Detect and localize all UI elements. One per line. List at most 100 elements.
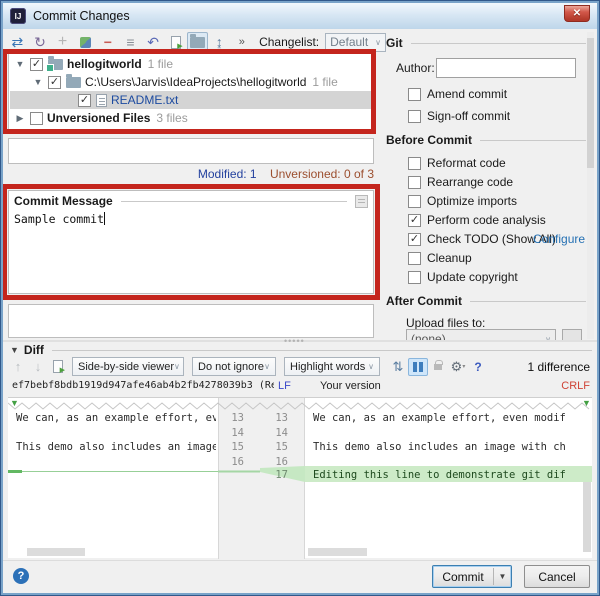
- changelist-label: Changelist:: [259, 35, 319, 49]
- perform-code-analysis-option[interactable]: ✓ Perform code analysis: [408, 212, 546, 228]
- reformat-code-option[interactable]: Reformat code: [408, 155, 506, 171]
- tree-row-unversioned[interactable]: ▶ Unversioned Files 3 files: [10, 109, 188, 127]
- help-button[interactable]: ?: [13, 568, 29, 584]
- title-bar[interactable]: IJ Commit Changes ✕: [3, 3, 597, 29]
- collapse-unchanged-icon[interactable]: ⇅: [388, 358, 408, 376]
- fold-marker-icon[interactable]: ▼: [10, 398, 19, 408]
- ignore-policy-dropdown[interactable]: Do not ignore ∨: [192, 357, 276, 376]
- chevron-right-icon[interactable]: ▶: [14, 113, 26, 124]
- option-label: Optimize imports: [427, 194, 517, 208]
- refresh-icon[interactable]: ↻: [29, 32, 52, 52]
- checkbox[interactable]: ✓: [408, 233, 421, 246]
- highlight-policy-dropdown[interactable]: Highlight words ∨: [284, 357, 380, 376]
- message-history-icon[interactable]: [355, 195, 368, 208]
- show-diff-icon[interactable]: ⇄: [6, 32, 29, 52]
- checkbox[interactable]: [408, 176, 421, 189]
- cancel-button-label: Cancel: [538, 570, 575, 584]
- changelist-legend-icon[interactable]: ≡: [119, 32, 142, 52]
- optimize-imports-option[interactable]: Optimize imports: [408, 193, 517, 209]
- viewer-mode-dropdown[interactable]: Side-by-side viewer ∨: [72, 357, 184, 376]
- tree-row-readme[interactable]: ✓ README.txt: [10, 91, 372, 109]
- checkbox[interactable]: ✓: [78, 94, 91, 107]
- chevron-down-icon[interactable]: ▼: [14, 59, 26, 69]
- author-input[interactable]: [436, 58, 576, 78]
- lock-scroll-icon[interactable]: [428, 358, 448, 376]
- checkbox[interactable]: [408, 110, 421, 123]
- group-by-directory-icon[interactable]: [187, 32, 208, 52]
- commit-message-input[interactable]: Sample commit: [14, 212, 105, 226]
- diff-left-line: We can, as an example effort, even mod: [16, 412, 216, 424]
- window-title: Commit Changes: [33, 9, 130, 23]
- checkbox[interactable]: [408, 252, 421, 265]
- next-difference-icon[interactable]: ↓: [28, 358, 48, 376]
- chevron-down-icon: ∨: [174, 362, 180, 371]
- rollback-icon[interactable]: ↶: [142, 32, 165, 52]
- update-copyright-option[interactable]: Update copyright: [408, 269, 518, 285]
- diff-pane-titles: ef7bebf8bdb1919d947afe46ab4b2fb4278039b3…: [12, 380, 592, 395]
- checkbox[interactable]: ✓: [408, 214, 421, 227]
- insertion-marker-dash: [8, 470, 22, 473]
- fold-marker-icon[interactable]: ▼: [582, 398, 591, 408]
- add-icon[interactable]: +: [51, 32, 74, 52]
- edit-source-icon[interactable]: ▶: [48, 358, 68, 376]
- empty-list-area: [8, 138, 374, 164]
- checkbox[interactable]: [408, 88, 421, 101]
- checkbox[interactable]: [30, 112, 43, 125]
- options-scrollbar[interactable]: [587, 32, 594, 339]
- sign-off-commit-option[interactable]: Sign-off commit: [408, 108, 510, 124]
- diff-left-line: This demo also includes an image with: [16, 441, 216, 453]
- git-section-header: Git: [386, 36, 403, 50]
- changelist-dropdown[interactable]: Default ∨: [325, 33, 386, 52]
- checkbox[interactable]: [408, 271, 421, 284]
- highlight-policy-value: Highlight words: [290, 361, 365, 373]
- checkbox[interactable]: [408, 157, 421, 170]
- checkbox[interactable]: ✓: [30, 58, 43, 71]
- before-commit-section-header: Before Commit: [386, 133, 472, 147]
- author-label: Author:: [396, 61, 435, 75]
- collapse-triangle-icon[interactable]: ▼: [10, 345, 19, 355]
- scrollbar-thumb[interactable]: [587, 38, 594, 168]
- left-pane-hscrollbar[interactable]: [27, 548, 85, 556]
- chevron-down-icon: ∨: [375, 38, 381, 47]
- commit-button-label: Commit: [433, 570, 493, 584]
- checkbox[interactable]: [408, 195, 421, 208]
- ignore-policy-value: Do not ignore: [198, 361, 264, 373]
- changed-files-tree[interactable]: ▼ ✓ hellogitworld 1 file ▼ ✓ C:\Users\Ja…: [8, 52, 374, 132]
- tree-row-project[interactable]: ▼ ✓ hellogitworld 1 file: [10, 55, 173, 73]
- checkbox[interactable]: ✓: [48, 76, 61, 89]
- tree-row-count: 3 files: [156, 111, 187, 125]
- delete-icon[interactable]: −: [97, 32, 120, 52]
- cancel-button[interactable]: Cancel: [524, 565, 590, 588]
- jump-to-source-icon[interactable]: ▶: [164, 32, 187, 52]
- chevron-down-icon[interactable]: ▼: [494, 572, 511, 581]
- commit-button[interactable]: Commit ▼: [432, 565, 512, 588]
- right-pane-hscrollbar[interactable]: [308, 548, 367, 556]
- expand-all-icon[interactable]: ↨: [208, 32, 231, 52]
- commit-options-panel: Git Author: Amend commit Sign-off commit…: [382, 30, 596, 341]
- synchronize-panes-icon[interactable]: [408, 358, 428, 376]
- chevron-down-icon[interactable]: ▼: [32, 77, 44, 87]
- help-icon[interactable]: ?: [468, 358, 488, 376]
- line-number: 17: [262, 469, 296, 481]
- more-actions-icon[interactable]: »: [230, 32, 253, 52]
- line-number: 13: [218, 412, 252, 424]
- right-pane-vscrollbar[interactable]: [583, 482, 591, 552]
- previous-difference-icon[interactable]: ↑: [8, 358, 28, 376]
- close-button[interactable]: ✕: [564, 5, 590, 22]
- line-number: 15: [218, 441, 252, 453]
- rearrange-code-option[interactable]: Rearrange code: [408, 174, 513, 190]
- divider: [121, 201, 347, 202]
- insertion-marker-line: [8, 471, 218, 472]
- amend-commit-option[interactable]: Amend commit: [408, 86, 507, 102]
- move-to-changelist-icon[interactable]: [74, 32, 97, 52]
- configure-link[interactable]: Configure: [533, 232, 585, 246]
- diff-right-line: This demo also includes an image with ch: [313, 441, 591, 453]
- diff-editor[interactable]: ▼ ▼ We can, as an example effort, even m…: [8, 397, 592, 558]
- option-label: Rearrange code: [427, 175, 513, 189]
- diff-section-header[interactable]: ▼ Diff: [10, 343, 592, 357]
- cleanup-option[interactable]: Cleanup: [408, 250, 472, 266]
- commit-message-panel[interactable]: Commit Message Sample commit: [8, 190, 374, 294]
- diff-settings-gear-icon[interactable]: ⚙▾: [448, 358, 468, 376]
- tree-row-directory[interactable]: ▼ ✓ C:\Users\Jarvis\IdeaProjects\hellogi…: [10, 73, 338, 91]
- option-label: Perform code analysis: [427, 213, 546, 227]
